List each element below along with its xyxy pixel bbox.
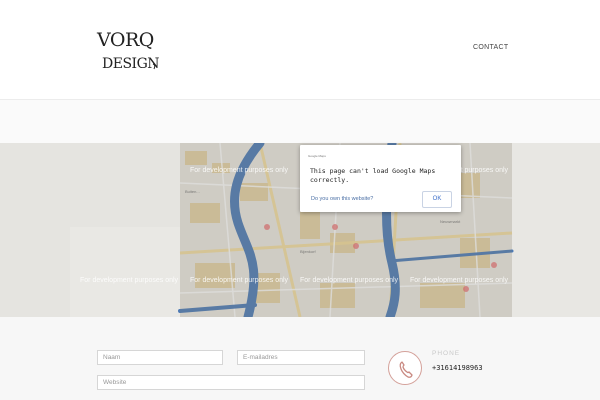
phone-number[interactable]: +31614198963 (432, 364, 483, 372)
email-field[interactable]: E-mailadres (237, 350, 365, 365)
svg-text:Neuwmarkt: Neuwmarkt (440, 219, 461, 224)
logo-line2: DESIGN (102, 56, 159, 72)
nav-contact-link[interactable]: CONTACT (473, 44, 508, 51)
dev-notice-6: For development purposes only (410, 277, 509, 284)
dev-notice-5: For development purposes only (300, 277, 399, 284)
google-maps-logo: Google Maps (308, 154, 326, 158)
dev-notice-3: For development purposes only (80, 277, 179, 284)
spacer-band (0, 100, 600, 143)
svg-text:Buiten...: Buiten... (185, 189, 200, 194)
logo-line1: VORQ (96, 29, 154, 51)
website-placeholder: Website (103, 379, 127, 386)
name-placeholder: Naam (103, 354, 121, 361)
dialog-ok-button[interactable]: OK (422, 191, 452, 208)
email-placeholder: E-mailadres (243, 354, 278, 361)
site-header: VORQ DESIGN CONTACT (0, 0, 600, 100)
phone-label: PHONE (432, 350, 461, 357)
dev-notice-4: For development purposes only (190, 277, 289, 284)
name-field[interactable]: Naam (97, 350, 223, 365)
own-website-link[interactable]: Do you own this website? (311, 196, 373, 202)
dev-notice-1: For development purposes only (190, 167, 289, 174)
dialog-message: This page can't load Google Maps correct… (310, 167, 436, 184)
website-field[interactable]: Website (97, 375, 365, 390)
vorq-design-logo[interactable]: VORQ DESIGN (96, 24, 160, 76)
svg-text:Bijenkorf: Bijenkorf (300, 249, 316, 254)
phone-icon (388, 351, 422, 385)
